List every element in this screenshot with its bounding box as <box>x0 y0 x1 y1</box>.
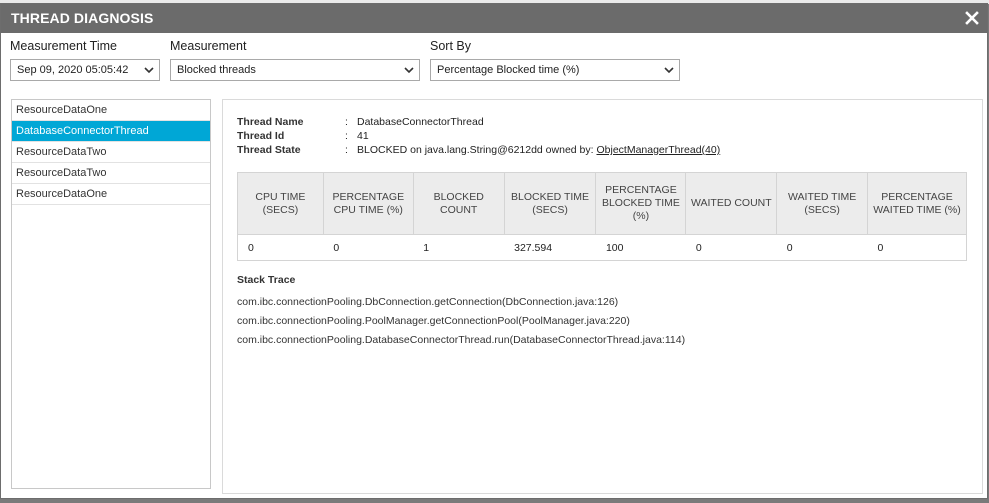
thread-id-label: Thread Id <box>237 130 285 142</box>
owner-thread-name: ObjectManagerThread <box>596 144 702 156</box>
column-header: BLOCKED COUNT <box>412 172 505 235</box>
column-header: WAITED COUNT <box>685 172 778 235</box>
table-header-row: CPU TIME (SECS) PERCENTAGE CPU TIME (%) … <box>237 172 967 235</box>
table-cell: 0 <box>867 234 967 261</box>
separator: : <box>345 130 348 142</box>
close-icon[interactable] <box>963 9 981 27</box>
thread-state-value: BLOCKED on java.lang.String@6212dd owned… <box>357 144 720 156</box>
thread-list-item-label: ResourceDataTwo <box>16 146 107 158</box>
thread-list: ResourceDataOne DatabaseConnectorThread … <box>11 99 211 489</box>
chevron-down-icon <box>144 67 154 74</box>
thread-name-label: Thread Name <box>237 116 304 128</box>
separator: : <box>345 144 348 156</box>
thread-list-item[interactable]: ResourceDataOne <box>12 100 210 121</box>
thread-name-row: Thread Name : DatabaseConnectorThread <box>237 116 937 130</box>
table-cell: 0 <box>237 234 324 261</box>
thread-name-value: DatabaseConnectorThread <box>357 116 484 128</box>
column-header: BLOCKED TIME (SECS) <box>503 172 597 235</box>
thread-diagnosis-dialog: THREAD DIAGNOSIS Measurement Time Sep 09… <box>0 3 988 499</box>
sort-by-value: Percentage Blocked time (%) <box>437 64 580 76</box>
table-cell: 1 <box>413 234 505 261</box>
thread-list-item-label: ResourceDataOne <box>16 188 108 200</box>
thread-list-item[interactable]: ResourceDataOne <box>12 184 210 205</box>
thread-state-label: Thread State <box>237 144 301 156</box>
chevron-down-icon <box>404 67 414 74</box>
table-cell: 0 <box>323 234 414 261</box>
thread-state-text: BLOCKED on java.lang.String@6212dd owned… <box>357 144 594 156</box>
table-cell: 100 <box>595 234 686 261</box>
measurement-time-select[interactable]: Sep 09, 2020 05:05:42 <box>10 59 160 81</box>
dialog-title: THREAD DIAGNOSIS <box>11 10 154 26</box>
column-header: PERCENTAGE BLOCKED TIME (%) <box>595 172 687 235</box>
measurement-select[interactable]: Blocked threads <box>170 59 420 81</box>
stack-trace-line: com.ibc.connectionPooling.PoolManager.ge… <box>237 315 630 327</box>
stack-trace-line: com.ibc.connectionPooling.DbConnection.g… <box>237 296 619 308</box>
measurement-label: Measurement <box>170 39 247 53</box>
column-header: CPU TIME (SECS) <box>237 172 324 235</box>
thread-id-value: 41 <box>357 130 369 142</box>
owner-thread-link[interactable]: ObjectManagerThread(40) <box>596 144 720 156</box>
table-cell: 0 <box>685 234 777 261</box>
thread-list-item[interactable]: ResourceDataTwo <box>12 163 210 184</box>
column-header: PERCENTAGE WAITED TIME (%) <box>867 172 967 235</box>
sort-by-select[interactable]: Percentage Blocked time (%) <box>430 59 680 81</box>
thread-list-item-label: ResourceDataOne <box>16 104 108 116</box>
measurement-time-label: Measurement Time <box>10 39 117 53</box>
thread-state-row: Thread State : BLOCKED on java.lang.Stri… <box>237 144 937 158</box>
thread-details-panel: Thread Name : DatabaseConnectorThread Th… <box>222 99 983 494</box>
stack-trace-title: Stack Trace <box>237 274 296 286</box>
table-cell: 0 <box>776 234 868 261</box>
owner-thread-id: (40) <box>701 144 721 156</box>
thread-id-row: Thread Id : 41 <box>237 130 937 144</box>
thread-list-item-label: DatabaseConnectorThread <box>16 125 149 137</box>
measurement-time-value: Sep 09, 2020 05:05:42 <box>17 64 129 76</box>
thread-metrics-table: CPU TIME (SECS) PERCENTAGE CPU TIME (%) … <box>237 172 967 261</box>
thread-list-item[interactable]: ResourceDataTwo <box>12 142 210 163</box>
column-header: WAITED TIME (SECS) <box>776 172 869 235</box>
chevron-down-icon <box>664 67 674 74</box>
sort-by-label: Sort By <box>430 39 471 53</box>
separator: : <box>345 116 348 128</box>
thread-list-item-label: ResourceDataTwo <box>16 167 107 179</box>
stack-trace-line: com.ibc.connectionPooling.DatabaseConnec… <box>237 334 686 346</box>
table-row: 0 0 1 327.594 100 0 0 0 <box>237 234 967 261</box>
column-header: PERCENTAGE CPU TIME (%) <box>322 172 414 235</box>
thread-list-item-selected[interactable]: DatabaseConnectorThread <box>12 121 210 142</box>
table-cell: 327.594 <box>504 234 596 261</box>
measurement-value: Blocked threads <box>177 64 256 76</box>
dialog-titlebar: THREAD DIAGNOSIS <box>1 4 987 33</box>
